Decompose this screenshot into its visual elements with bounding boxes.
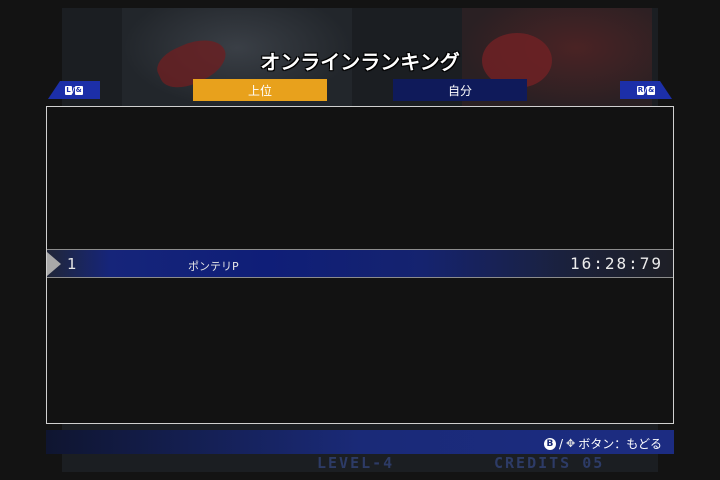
tab-my-ranking[interactable]: 自分 <box>393 79 527 101</box>
back-hint[interactable]: B / ✥ ボタン：もどる <box>543 435 662 452</box>
tab-label: 上位 <box>247 83 272 98</box>
r-button-icon: R <box>636 85 645 95</box>
shoulder-button-left[interactable]: L / & <box>48 81 100 99</box>
dpad-icon: ✥ <box>566 437 576 450</box>
footer-bar: B / ✥ ボタン：もどる <box>46 430 674 454</box>
zl-button-icon: & <box>74 85 83 95</box>
ranking-time: 16:28:79 <box>569 254 663 273</box>
ranking-row[interactable]: 1 ポンテリP 16:28:79 <box>47 249 673 278</box>
footer-separator: / <box>558 436 564 451</box>
ranking-player-name: ポンテリP <box>188 260 239 273</box>
background-level-text: LEVEL-4 <box>317 454 395 472</box>
tab-label: 自分 <box>447 83 472 98</box>
tab-top-ranking[interactable]: 上位 <box>193 79 327 101</box>
back-hint-label: ボタン：もどる <box>578 437 662 451</box>
page-title: オンラインランキング <box>260 50 460 74</box>
ranking-rank: 1 <box>67 255 77 273</box>
background-credits-text: CREDITS 05 <box>494 454 605 472</box>
selection-cursor-icon <box>47 252 61 276</box>
zr-button-icon: & <box>647 85 656 95</box>
b-button-icon: B <box>543 437 556 450</box>
shoulder-button-right[interactable]: R / & <box>620 81 672 99</box>
